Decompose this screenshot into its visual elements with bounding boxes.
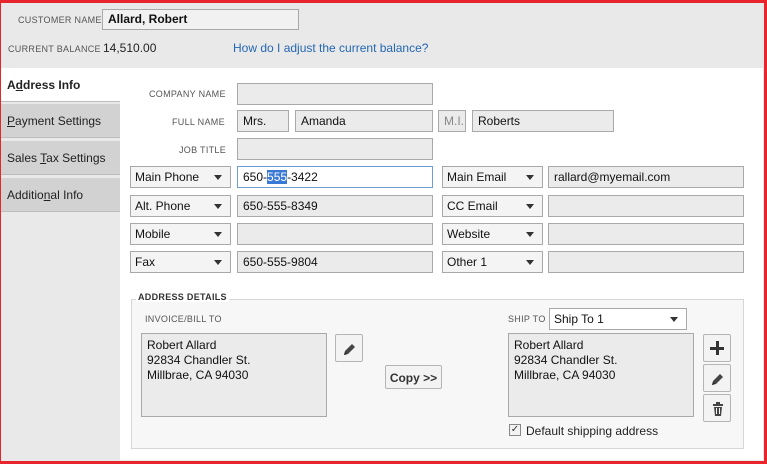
address-line: Robert Allard xyxy=(514,338,584,352)
phone-text: 650- xyxy=(243,170,268,184)
default-shipping-checkbox[interactable]: ✓ xyxy=(509,424,521,436)
phone-type-value: Alt. Phone xyxy=(135,199,191,213)
chevron-down-icon xyxy=(526,260,534,265)
bill-to-address[interactable]: Robert Allard 92834 Chandler St. Millbra… xyxy=(141,333,327,417)
address-line: Millbrae, CA 94030 xyxy=(514,368,616,382)
ship-to-value: Ship To 1 xyxy=(554,312,604,326)
tab-label-part: Sales xyxy=(7,151,41,165)
tab-label-part: A xyxy=(7,78,16,92)
phone-text: -3422 xyxy=(287,170,318,184)
job-title-input[interactable] xyxy=(237,138,433,160)
chevron-down-icon xyxy=(526,204,534,209)
fax-input[interactable]: 650-555-9804 xyxy=(237,251,433,273)
job-title-label: JOB TITLE xyxy=(179,145,227,155)
pencil-icon xyxy=(712,374,723,385)
contact-type-value: Other 1 xyxy=(447,255,488,269)
phone-type-select-3[interactable]: Mobile xyxy=(130,223,231,245)
contact-type-select-1[interactable]: Main Email xyxy=(442,166,543,188)
ship-to-label: SHIP TO xyxy=(508,314,546,324)
phone-type-select-1[interactable]: Main Phone xyxy=(130,166,231,188)
last-name-input[interactable]: Roberts xyxy=(472,110,614,132)
contact-type-value: CC Email xyxy=(447,199,498,213)
customer-name-field[interactable]: Allard, Robert xyxy=(102,9,299,30)
chevron-down-icon xyxy=(214,260,222,265)
address-details-label: ADDRESS DETAILS xyxy=(136,292,229,302)
current-balance-label: CURRENT BALANCE xyxy=(8,44,101,54)
chevron-down-icon xyxy=(214,175,222,180)
chevron-down-icon xyxy=(214,232,222,237)
first-name-input[interactable]: Amanda xyxy=(295,110,433,132)
tab-additional-info[interactable]: Additional Info xyxy=(1,178,120,212)
name-title-input[interactable]: Mrs. xyxy=(237,110,289,132)
contact-type-value: Main Email xyxy=(447,170,507,184)
adjust-balance-link[interactable]: How do I adjust the current balance? xyxy=(233,41,428,55)
contact-type-value: Website xyxy=(447,227,491,241)
phone-type-select-4[interactable]: Fax xyxy=(130,251,231,273)
company-name-input[interactable] xyxy=(237,83,433,105)
tab-address-info[interactable]: Address Info xyxy=(1,68,120,102)
bill-to-label: INVOICE/BILL TO xyxy=(145,314,222,324)
tab-label-accel: P xyxy=(7,114,16,128)
add-ship-address-button[interactable] xyxy=(703,334,731,362)
tab-label-accel: d xyxy=(15,78,24,92)
tab-label-part: ax Settings xyxy=(46,151,106,165)
main-phone-input[interactable]: 650-555-3422 xyxy=(237,166,433,188)
full-name-label: FULL NAME xyxy=(172,117,225,127)
customer-name-label: CUSTOMER NAME xyxy=(18,15,102,25)
delete-ship-address-button[interactable] xyxy=(703,394,731,422)
phone-type-value: Fax xyxy=(135,255,156,269)
tab-label-part: dress Info xyxy=(23,78,81,92)
address-line: 92834 Chandler St. xyxy=(514,353,618,367)
chevron-down-icon xyxy=(214,204,222,209)
website-input[interactable] xyxy=(548,223,744,245)
tab-label-part: ayment Settings xyxy=(15,114,102,128)
tab-sales-tax-settings[interactable]: Sales Tax Settings xyxy=(1,141,120,175)
address-line: Millbrae, CA 94030 xyxy=(147,368,249,382)
pencil-icon xyxy=(344,344,355,355)
middle-initial-input[interactable]: M.I. xyxy=(438,110,466,132)
phone-type-value: Main Phone xyxy=(135,170,200,184)
edit-ship-address-button[interactable] xyxy=(703,364,731,392)
trash-icon xyxy=(713,402,723,416)
address-line: Robert Allard xyxy=(147,338,217,352)
ship-to-select[interactable]: Ship To 1 xyxy=(549,308,687,330)
chevron-down-icon xyxy=(526,232,534,237)
phone-text-selection: 555 xyxy=(267,170,288,184)
contact-type-select-3[interactable]: Website xyxy=(442,223,543,245)
main-email-input[interactable]: rallard@myemail.com xyxy=(548,166,744,188)
cc-email-input[interactable] xyxy=(548,195,744,217)
alt-phone-input[interactable]: 650-555-8349 xyxy=(237,195,433,217)
copy-address-button[interactable]: Copy >> xyxy=(385,365,442,389)
company-name-label: COMPANY NAME xyxy=(149,89,226,99)
chevron-down-icon xyxy=(526,175,534,180)
contact-type-select-4[interactable]: Other 1 xyxy=(442,251,543,273)
tab-label-part: Additio xyxy=(7,188,44,202)
default-shipping-label: Default shipping address xyxy=(526,424,659,438)
tab-label-part: al Info xyxy=(50,188,84,202)
current-balance-value: 14,510.00 xyxy=(103,41,157,55)
mobile-input[interactable] xyxy=(237,223,433,245)
chevron-down-icon xyxy=(670,317,678,322)
phone-type-select-2[interactable]: Alt. Phone xyxy=(130,195,231,217)
tab-payment-settings[interactable]: Payment Settings xyxy=(1,104,120,138)
other-contact-input[interactable] xyxy=(548,251,744,273)
address-line: 92834 Chandler St. xyxy=(147,353,251,367)
edit-bill-address-button[interactable] xyxy=(335,334,363,362)
phone-type-value: Mobile xyxy=(135,227,171,241)
ship-to-address[interactable]: Robert Allard 92834 Chandler St. Millbra… xyxy=(508,333,694,417)
contact-type-select-2[interactable]: CC Email xyxy=(442,195,543,217)
